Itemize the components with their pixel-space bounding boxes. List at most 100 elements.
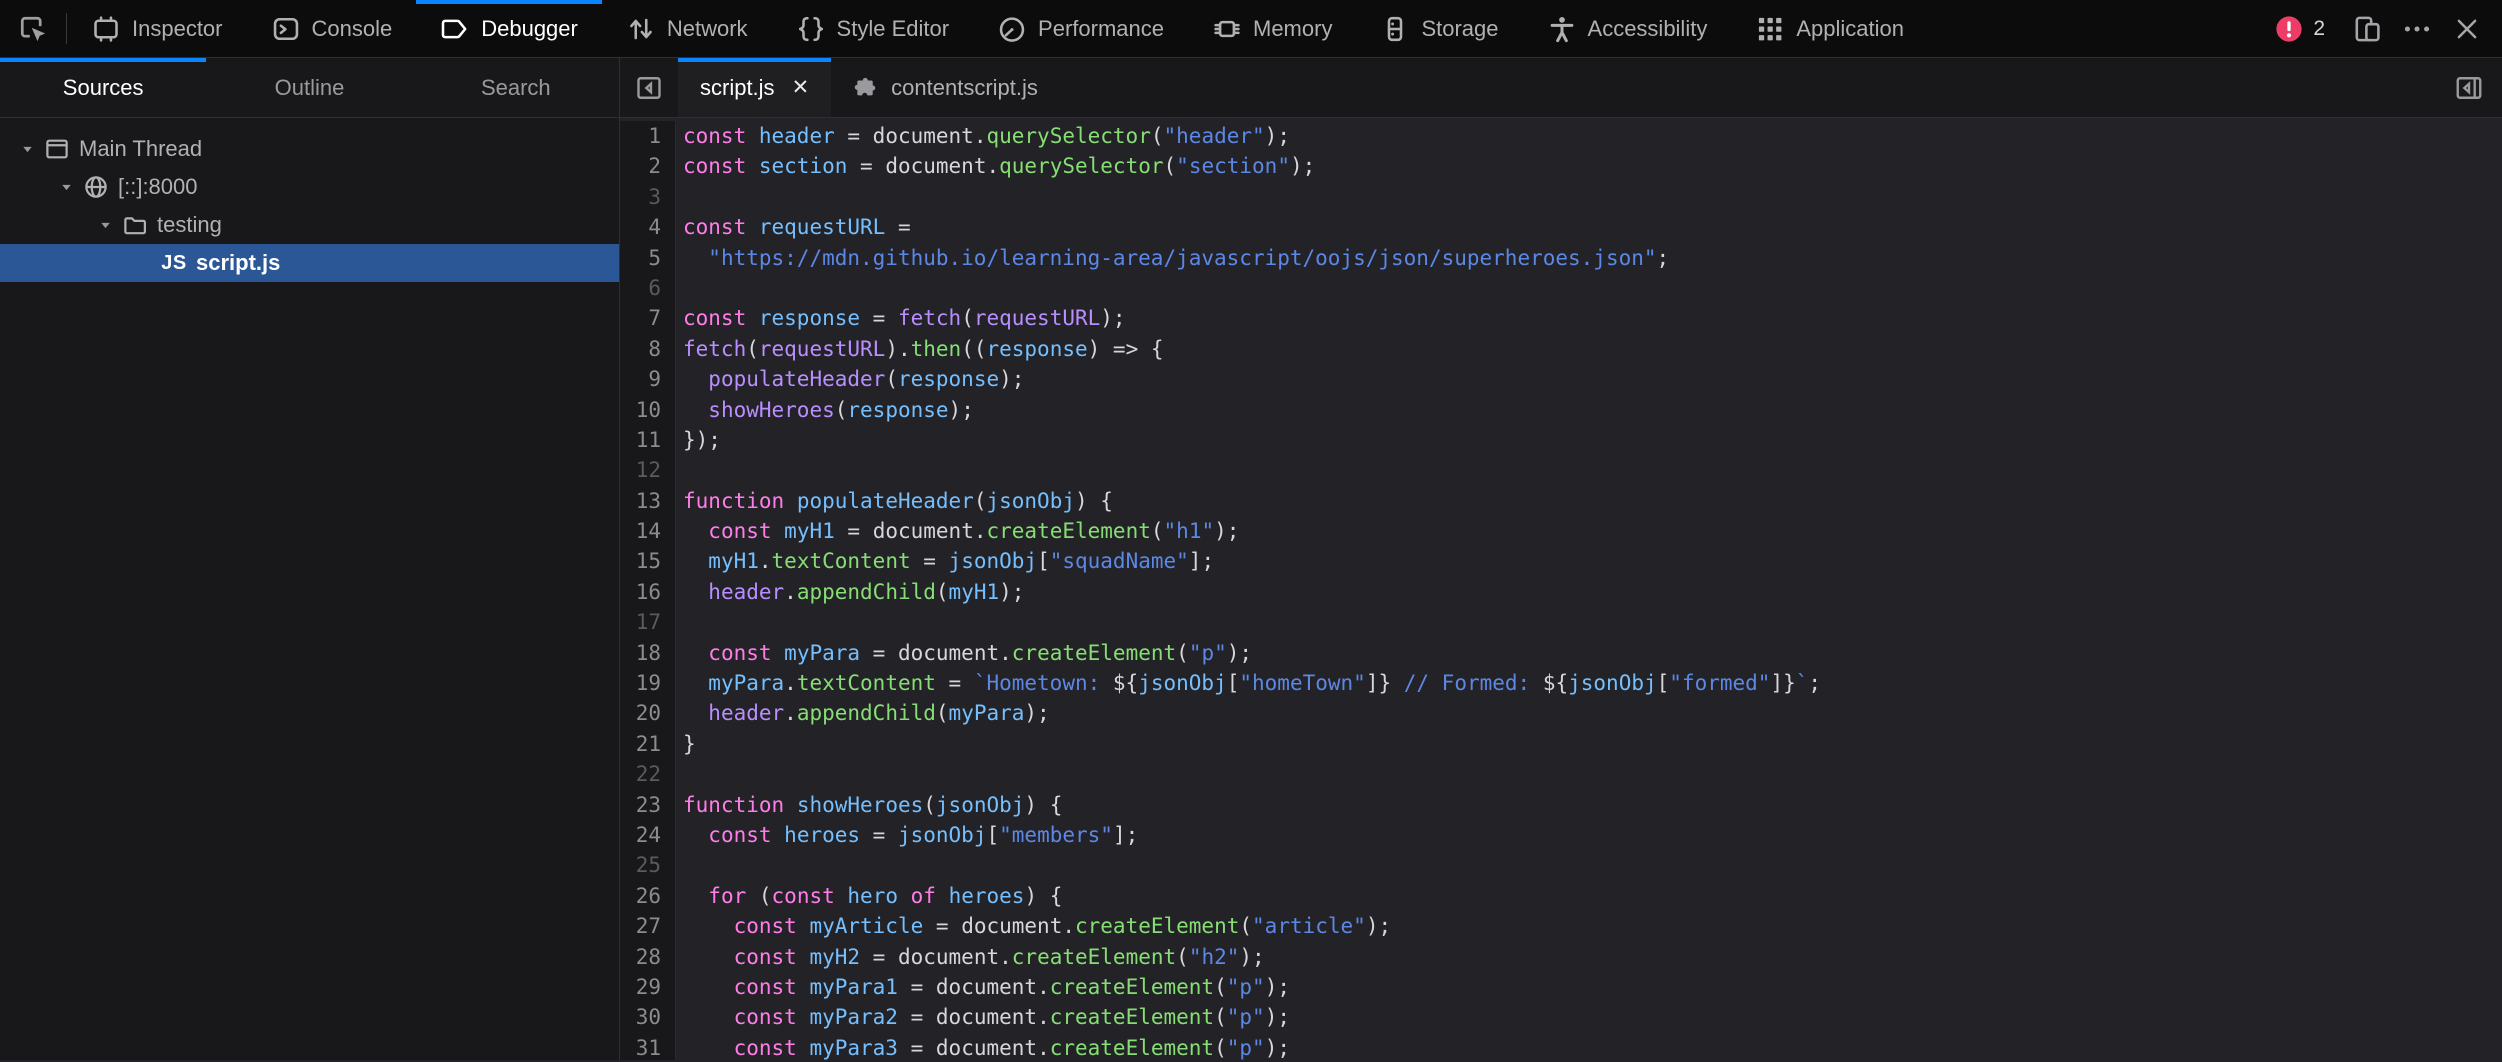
tree-item-main-thread[interactable]: Main Thread — [0, 130, 619, 168]
tab-accessibility[interactable]: Accessibility — [1523, 0, 1732, 57]
line-number[interactable]: 19 — [620, 668, 676, 698]
line-number[interactable]: 12 — [620, 455, 676, 485]
expander-down-icon[interactable] — [14, 141, 41, 157]
line-number[interactable]: 23 — [620, 790, 676, 820]
line-number[interactable]: 3 — [620, 182, 676, 212]
line-number[interactable]: 6 — [620, 273, 676, 303]
code-text: populateHeader(response); — [676, 364, 1024, 394]
line-number[interactable]: 26 — [620, 881, 676, 911]
sources-tree-panel: Main Thread[::]:8000testingJSscript.js — [0, 118, 620, 1060]
tab-application[interactable]: Application — [1731, 0, 1928, 57]
code-line: 16 header.appendChild(myH1); — [620, 577, 2502, 607]
line-number[interactable]: 13 — [620, 486, 676, 516]
code-line: 1const header = document.querySelector("… — [620, 121, 2502, 151]
code-line: 15 myH1.textContent = jsonObj["squadName… — [620, 546, 2502, 576]
tab-storage[interactable]: Storage — [1356, 0, 1522, 57]
tab-script-js[interactable]: script.js✕ — [678, 58, 831, 117]
editor-tab-bar: script.js✕ contentscript.js — [620, 58, 2502, 117]
main-content: Main Thread[::]:8000testingJSscript.js 1… — [0, 118, 2502, 1060]
tab-contentscript-js[interactable]: contentscript.js — [831, 58, 1060, 117]
tab-label: Storage — [1421, 16, 1498, 42]
responsive-design-mode-button[interactable] — [2342, 0, 2392, 57]
tab-debugger[interactable]: Debugger — [416, 0, 602, 57]
sidebar-tab-outline[interactable]: Outline — [206, 58, 412, 117]
tab-inspector[interactable]: Inspector — [67, 0, 247, 57]
tab-memory[interactable]: Memory — [1188, 0, 1356, 57]
code-text: myH1.textContent = jsonObj["squadName"]; — [676, 546, 1214, 576]
line-number[interactable]: 1 — [620, 121, 676, 151]
line-number[interactable]: 16 — [620, 577, 676, 607]
collapse-right-panel-button[interactable] — [2436, 58, 2502, 117]
tab-performance[interactable]: Performance — [973, 0, 1188, 57]
code-text: const myArticle = document.createElement… — [676, 911, 1391, 941]
tab-label: Memory — [1253, 16, 1332, 42]
tree-item-label: script.js — [196, 250, 280, 276]
accessibility-icon — [1547, 14, 1577, 44]
code-line: 23function showHeroes(jsonObj) { — [620, 790, 2502, 820]
line-number[interactable]: 15 — [620, 546, 676, 576]
tab-network[interactable]: Network — [602, 0, 772, 57]
code-line: 30 const myPara2 = document.createElemen… — [620, 1002, 2502, 1032]
line-number[interactable]: 17 — [620, 607, 676, 637]
expander-down-icon[interactable] — [53, 179, 80, 195]
code-line: 9 populateHeader(response); — [620, 364, 2502, 394]
line-number[interactable]: 9 — [620, 364, 676, 394]
code-line: 29 const myPara1 = document.createElemen… — [620, 972, 2502, 1002]
tab-label: Outline — [275, 75, 345, 101]
code-text: header.appendChild(myH1); — [676, 577, 1024, 607]
code-text: } — [676, 729, 696, 759]
code-text: const section = document.querySelector("… — [676, 151, 1315, 181]
extension-puzzle-icon — [853, 74, 880, 101]
line-number[interactable]: 24 — [620, 820, 676, 850]
line-number[interactable]: 14 — [620, 516, 676, 546]
code-text — [676, 182, 683, 212]
tab-label: Performance — [1038, 16, 1164, 42]
tab-console[interactable]: Console — [247, 0, 417, 57]
line-number[interactable]: 31 — [620, 1033, 676, 1060]
expander-down-icon[interactable] — [92, 217, 119, 233]
code-text: myPara.textContent = `Hometown: ${jsonOb… — [676, 668, 1821, 698]
code-text: const myPara2 = document.createElement("… — [676, 1002, 1290, 1032]
collapse-sources-panel-button[interactable] — [620, 58, 678, 117]
code-editor[interactable]: 1const header = document.querySelector("… — [620, 118, 2502, 1060]
line-number[interactable]: 29 — [620, 972, 676, 1002]
sidebar-tab-search[interactable]: Search — [413, 58, 619, 117]
application-icon — [1755, 14, 1785, 44]
line-number[interactable]: 2 — [620, 151, 676, 181]
line-number[interactable]: 22 — [620, 759, 676, 789]
collapse-right-panel-icon — [2454, 73, 2484, 103]
tab-style-editor[interactable]: Style Editor — [772, 0, 974, 57]
line-number[interactable]: 30 — [620, 1002, 676, 1032]
code-line: 18 const myPara = document.createElement… — [620, 638, 2502, 668]
line-number[interactable]: 8 — [620, 334, 676, 364]
line-number[interactable]: 21 — [620, 729, 676, 759]
sidebar-tab-sources[interactable]: Sources — [0, 58, 206, 117]
code-text: const myPara = document.createElement("p… — [676, 638, 1252, 668]
code-line: 14 const myH1 = document.createElement("… — [620, 516, 2502, 546]
close-devtools-button[interactable] — [2442, 0, 2492, 57]
error-badge[interactable]: 2 — [2258, 14, 2341, 44]
code-line: 7const response = fetch(requestURL); — [620, 303, 2502, 333]
code-text: const myPara3 = document.createElement("… — [676, 1033, 1290, 1060]
file-tab-label: contentscript.js — [891, 75, 1038, 101]
code-text: function populateHeader(jsonObj) { — [676, 486, 1113, 516]
line-number[interactable]: 5 — [620, 243, 676, 273]
tree-item-script-js[interactable]: JSscript.js — [0, 244, 619, 282]
line-number[interactable]: 7 — [620, 303, 676, 333]
pick-element-button[interactable] — [0, 0, 66, 57]
line-number[interactable]: 27 — [620, 911, 676, 941]
line-number[interactable]: 18 — [620, 638, 676, 668]
line-number[interactable]: 25 — [620, 850, 676, 880]
code-line: 24 const heroes = jsonObj["members"]; — [620, 820, 2502, 850]
code-line: 21} — [620, 729, 2502, 759]
line-number[interactable]: 20 — [620, 698, 676, 728]
more-tools-menu-button[interactable] — [2392, 0, 2442, 57]
line-number[interactable]: 10 — [620, 395, 676, 425]
tab-label: Debugger — [481, 16, 578, 42]
close-tab-icon[interactable]: ✕ — [792, 75, 810, 100]
tree-item-host-8000[interactable]: [::]:8000 — [0, 168, 619, 206]
line-number[interactable]: 28 — [620, 942, 676, 972]
line-number[interactable]: 11 — [620, 425, 676, 455]
tree-item-testing[interactable]: testing — [0, 206, 619, 244]
line-number[interactable]: 4 — [620, 212, 676, 242]
